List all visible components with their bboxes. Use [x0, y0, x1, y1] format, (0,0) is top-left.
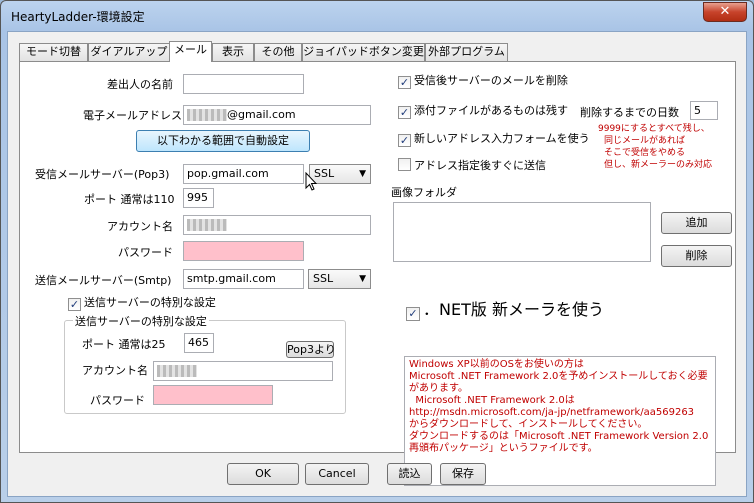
- save-button[interactable]: 保存: [440, 463, 486, 485]
- close-icon: ✕: [719, 4, 731, 19]
- chevron-down-icon: ▼: [359, 169, 366, 179]
- cancel-button[interactable]: Cancel: [305, 463, 369, 485]
- checkbox-empty-icon: [398, 158, 411, 171]
- smtp-account-label: アカウント名: [82, 364, 148, 377]
- new-address-form-checkbox[interactable]: ✓ 新しいアドレス入力フォームを使う: [398, 132, 590, 147]
- sender-name-label: 差出人の名前: [107, 78, 173, 91]
- check-icon: ✓: [68, 298, 81, 311]
- redacted-text: [187, 109, 227, 121]
- mouse-cursor-icon: [305, 172, 318, 191]
- note-line: 但し、新メーラーのみ対応: [604, 160, 713, 170]
- check-icon: ✓: [406, 307, 420, 321]
- tab-mode-switch[interactable]: モード切替: [19, 43, 88, 61]
- from-pop3-button[interactable]: Pop3より: [286, 341, 336, 358]
- note-line: 9999にするとすべて残し、: [598, 124, 710, 134]
- pop3-port-input[interactable]: 995: [183, 188, 214, 208]
- smtp-security-select[interactable]: SSL ▼: [308, 269, 371, 289]
- note-line: 同じメールがあれば: [604, 136, 686, 146]
- pop3-port-label: ポート 通常は110: [84, 193, 175, 206]
- pop3-server-input[interactable]: pop.gmail.com: [183, 164, 304, 184]
- check-icon: ✓: [398, 76, 411, 89]
- smtp-account-input[interactable]: [153, 361, 333, 381]
- tab-mail[interactable]: メール: [169, 41, 212, 62]
- smtp-server-label: 送信メールサーバー(Smtp): [35, 274, 172, 287]
- smtp-port-input[interactable]: 465: [184, 333, 214, 353]
- sender-name-input[interactable]: [183, 74, 304, 94]
- tab-joypad-buttons[interactable]: ジョイパッドボタン変更: [302, 43, 425, 61]
- check-icon: ✓: [398, 106, 411, 119]
- redacted-text: [187, 219, 227, 231]
- add-button[interactable]: 追加: [661, 212, 732, 234]
- image-folder-label: 画像フォルダ: [391, 186, 457, 199]
- account-label: アカウント名: [107, 220, 173, 233]
- days-input[interactable]: 5: [690, 101, 718, 120]
- client-area: モード切替 ダイアルアップ メール 表示 その他 ジョイパッドボタン変更 外部プ…: [7, 31, 747, 497]
- tab-external-programs[interactable]: 外部プログラム: [425, 43, 508, 61]
- net-mailer-checkbox[interactable]: ✓ ．NET版 新メーラを使う: [406, 300, 604, 321]
- title-bar[interactable]: HeartyLadder-環境設定 ✕: [1, 1, 753, 31]
- smtp-port-label: ポート 通常は25: [82, 338, 166, 351]
- smtp-group-title: 送信サーバーの特別な設定: [73, 313, 209, 329]
- window-title: HeartyLadder-環境設定: [11, 10, 145, 24]
- note-line: そこで受信をやめる: [604, 148, 686, 158]
- delete-after-receive-checkbox[interactable]: ✓ 受信後サーバーのメールを削除: [398, 74, 568, 89]
- close-button[interactable]: ✕: [703, 2, 747, 22]
- chevron-down-icon: ▼: [359, 274, 366, 284]
- account-input[interactable]: [183, 215, 371, 235]
- password-input[interactable]: [183, 241, 304, 261]
- tab-display[interactable]: 表示: [212, 43, 254, 61]
- ok-button[interactable]: OK: [227, 463, 299, 485]
- smtp-password-input[interactable]: [153, 385, 273, 405]
- send-after-address-checkbox[interactable]: アドレス指定後すぐに送信: [398, 158, 546, 173]
- check-icon: ✓: [398, 134, 411, 147]
- keep-attachments-checkbox[interactable]: ✓ 添付ファイルがあるものは残す: [398, 104, 568, 119]
- delete-button[interactable]: 削除: [661, 245, 732, 267]
- days-label: 削除するまでの日数: [580, 106, 679, 119]
- auto-config-button[interactable]: 以下わかる範囲で自動設定: [136, 130, 310, 152]
- tab-dialup[interactable]: ダイアルアップ: [88, 43, 170, 61]
- load-button[interactable]: 読込: [387, 463, 432, 485]
- image-folder-list[interactable]: [393, 202, 651, 262]
- tab-other[interactable]: その他: [254, 43, 302, 61]
- redacted-text: [157, 365, 197, 377]
- password-label: パスワード: [118, 246, 173, 259]
- email-input[interactable]: @gmail.com: [183, 105, 371, 125]
- smtp-password-label: パスワード: [90, 394, 145, 407]
- email-label: 電子メールアドレス: [83, 109, 182, 122]
- pop3-server-label: 受信メールサーバー(Pop3): [35, 168, 170, 181]
- smtp-server-input[interactable]: smtp.gmail.com: [183, 269, 304, 289]
- settings-window: HeartyLadder-環境設定 ✕ モード切替 ダイアルアップ メール 表示…: [0, 0, 754, 503]
- smtp-special-checkbox[interactable]: ✓ 送信サーバーの特別な設定: [68, 296, 216, 311]
